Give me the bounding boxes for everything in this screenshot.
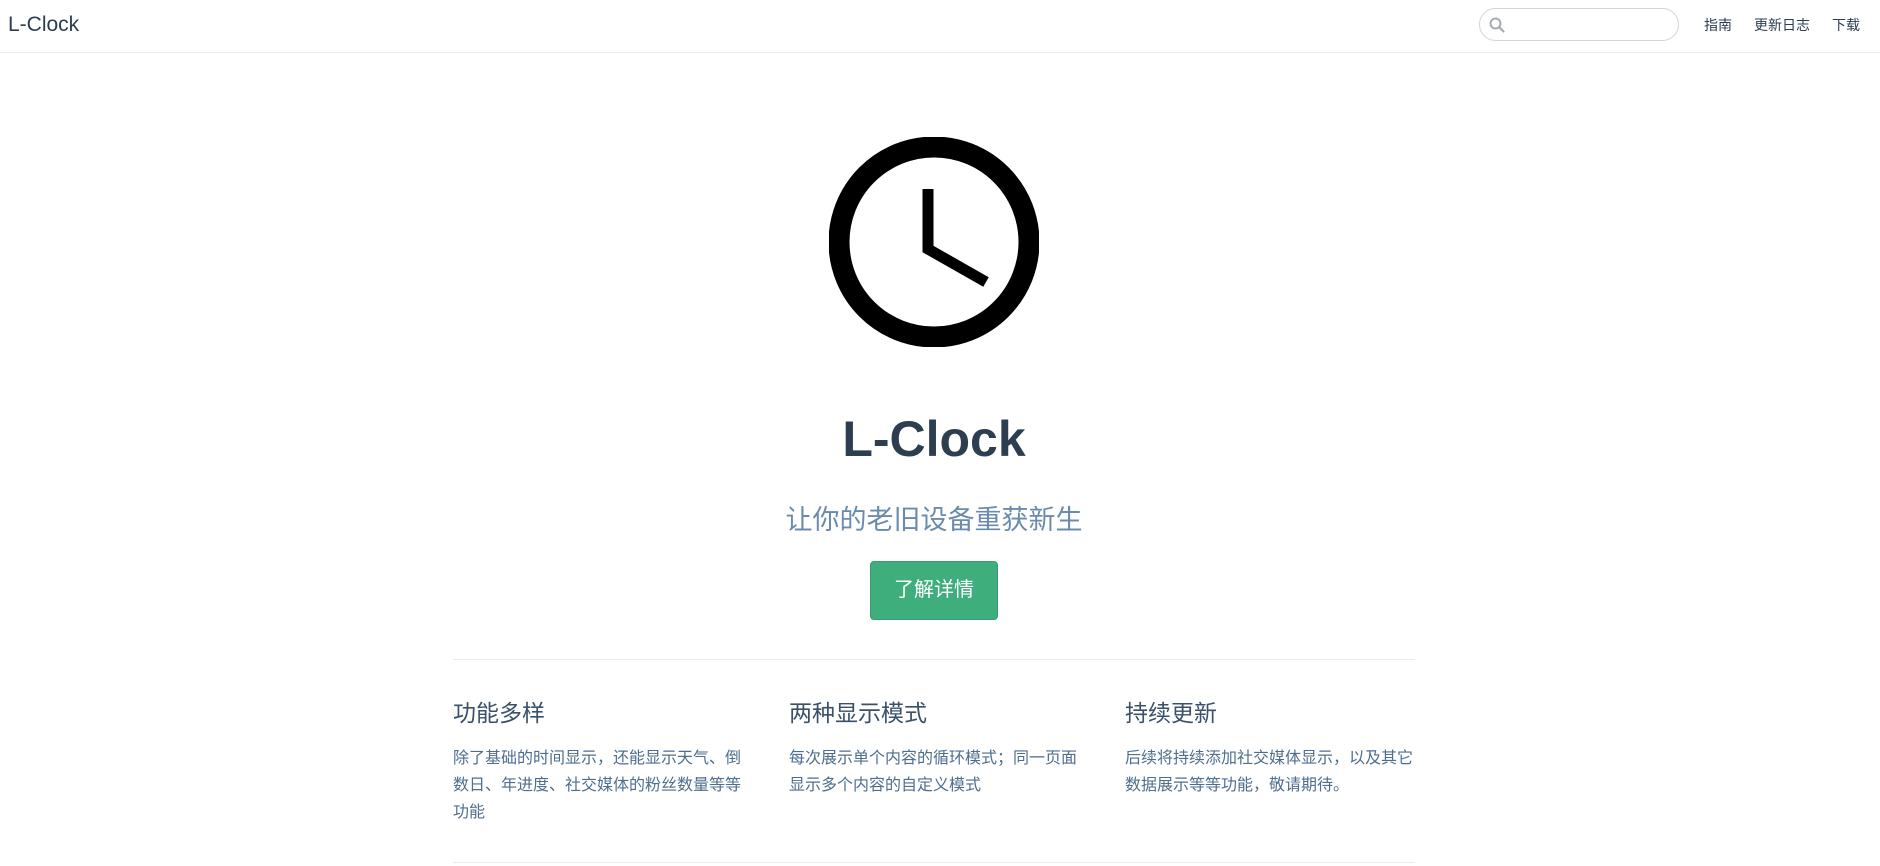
feature-item: 功能多样 除了基础的时间显示，还能显示天气、倒数日、年进度、社交媒体的粉丝数量等…	[453, 695, 748, 826]
feature-details: 除了基础的时间显示，还能显示天气、倒数日、年进度、社交媒体的粉丝数量等等功能	[453, 750, 742, 821]
feature-title: 持续更新	[1125, 700, 1217, 726]
search-icon	[1489, 17, 1505, 33]
site-name-link[interactable]: L-Clock	[8, 13, 79, 37]
navbar: L-Clock 指南 更新日志 下载	[0, 0, 1880, 53]
learn-more-button[interactable]: 了解详情	[870, 561, 998, 620]
nav-links: 指南 更新日志 下载	[1704, 15, 1860, 35]
feature-title: 功能多样	[453, 700, 545, 726]
hero-title: L-Clock	[842, 411, 1026, 467]
nav-link-download[interactable]: 下载	[1832, 15, 1860, 35]
feature-details: 后续将持续添加社交媒体显示，以及其它数据展示等等功能，敬请期待。	[1125, 750, 1414, 794]
search-input[interactable]	[1510, 14, 1674, 38]
nav-link-changelog[interactable]: 更新日志	[1754, 15, 1810, 35]
feature-item: 两种显示模式 每次展示单个内容的循环模式；同一页面显示多个内容的自定义模式	[789, 695, 1084, 799]
clock-icon	[829, 137, 1039, 347]
hero-description: 让你的老旧设备重获新生	[785, 505, 1083, 535]
nav-link-guide[interactable]: 指南	[1704, 15, 1732, 35]
divider-top	[453, 659, 1415, 660]
feature-title: 两种显示模式	[789, 700, 927, 726]
feature-details: 每次展示单个内容的循环模式；同一页面显示多个内容的自定义模式	[789, 750, 1078, 794]
feature-item: 持续更新 后续将持续添加社交媒体显示，以及其它数据展示等等功能，敬请期待。	[1125, 695, 1420, 799]
divider-bottom	[453, 862, 1415, 863]
search-box[interactable]	[1479, 8, 1679, 41]
